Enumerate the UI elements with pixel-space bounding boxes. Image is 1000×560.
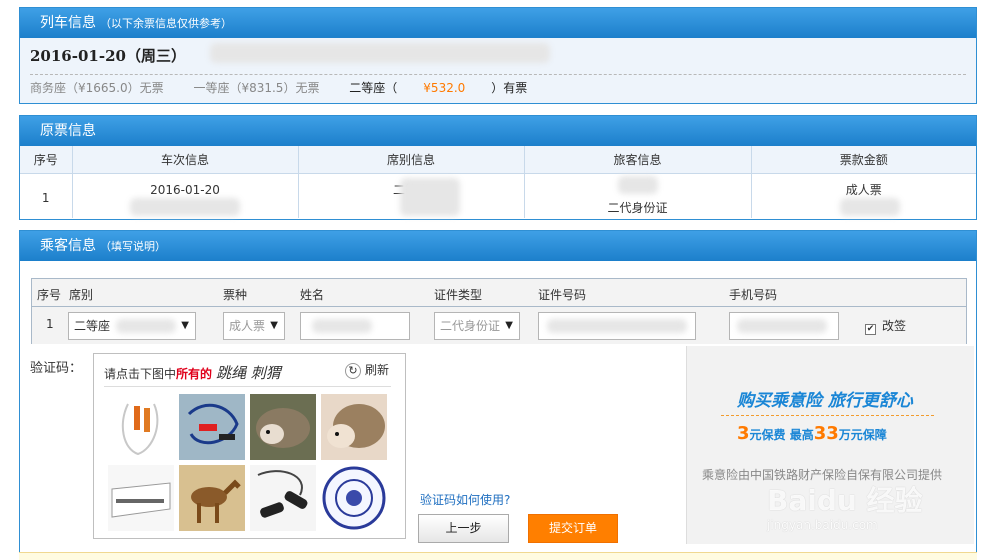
baidu-watermark-logo: Baidu 经验	[767, 484, 923, 517]
change-label: 改签	[882, 319, 907, 333]
refresh-icon: ↻	[344, 363, 361, 379]
original-ticket-header: 原票信息	[20, 116, 976, 146]
heater-icon	[111, 482, 171, 518]
ad-coverage: 33	[813, 423, 839, 444]
captcha-tile-jump-rope[interactable]	[179, 394, 245, 460]
id-type-value: 二代身份证	[440, 319, 501, 333]
captcha-target-words: 跳绳 刺猬	[216, 364, 281, 382]
change-checkbox[interactable]: ✔	[865, 324, 876, 335]
redacted-train-detail	[210, 43, 550, 63]
train-info-title: 列车信息	[40, 15, 96, 31]
ad-offer: 3元保费 最高33万元保障	[737, 423, 887, 444]
submit-order-button[interactable]: 提交订单	[528, 514, 618, 543]
seat-select-value: 二等座	[74, 319, 111, 333]
captcha-tile-jump-rope[interactable]	[250, 465, 316, 531]
chevron-down-icon: ▼	[505, 320, 513, 331]
original-ticket-title: 原票信息	[40, 123, 96, 139]
col-phone: 手机号码	[729, 288, 778, 302]
captcha-prompt: 请点击下图中所有的 跳绳 刺猬	[104, 362, 281, 383]
col-id-type: 证件类型	[434, 288, 483, 302]
jump-rope-icon	[121, 403, 159, 456]
redacted-coach	[116, 319, 176, 333]
hedgehog-icon	[327, 404, 385, 448]
redacted-seat-no	[400, 178, 460, 216]
travel-date-text: 2016-01-20（周三）	[30, 47, 186, 65]
id-type-select[interactable]: 二代身份证 ▼	[434, 312, 520, 340]
seat-second-label: 二等座（	[349, 81, 398, 95]
chevron-down-icon: ▼	[181, 320, 189, 331]
passenger-table-header: 序号 席别 票种 姓名 证件类型 证件号码 手机号码	[32, 279, 966, 307]
cell-index: 1	[20, 173, 73, 218]
seat-second-price: ¥532.0	[423, 81, 466, 95]
passenger-title: 乘客信息	[40, 238, 96, 254]
table-header-row: 序号 车次信息 席别信息 旅客信息 票款金额	[20, 146, 976, 174]
train-info-subtitle: （以下余票信息仅供参考）	[100, 17, 232, 30]
seat-second: 二等座（ ¥532.0 ）有票	[349, 81, 553, 95]
col-seat: 席别	[69, 288, 94, 302]
captcha-tile-heater[interactable]	[108, 465, 174, 531]
passenger-panel: 乘客信息 （填写说明） 序号 席别 票种 姓名 证件类型 证件号码 手机号码 1 …	[19, 230, 977, 560]
col-index: 序号	[20, 146, 73, 174]
captcha-tile-jump-rope[interactable]	[108, 394, 174, 460]
captcha-help-link[interactable]: 验证码如何使用?	[420, 491, 510, 508]
col-passenger: 旅客信息	[524, 146, 752, 174]
redacted-name	[312, 319, 372, 333]
seat-availability: 商务座（¥1665.0）无票 一等座（¥831.5）无票 二等座（ ¥532.0 ）…	[20, 75, 976, 101]
col-name: 姓名	[300, 288, 325, 302]
col-index: 序号	[37, 288, 62, 302]
seat-second-status: ）有票	[491, 81, 528, 95]
col-id-number: 证件号码	[538, 288, 587, 302]
seat-first: 一等座（¥831.5）无票	[193, 81, 320, 95]
ticket-type-value: 成人票	[229, 319, 266, 333]
redacted-train-no	[130, 198, 240, 216]
captcha-prompt-text: 请点击下图中	[104, 367, 177, 381]
change-option[interactable]: ✔ 改签	[865, 317, 906, 335]
ad-coverage-text: 万元保障	[838, 428, 887, 442]
fill-instructions-link[interactable]: （填写说明）	[100, 240, 166, 253]
train-info-header: 列车信息 （以下余票信息仅供参考）	[20, 8, 976, 38]
previous-step-button[interactable]: 上一步	[418, 514, 509, 543]
passenger-table: 序号 席别 票种 姓名 证件类型 证件号码 手机号码 1 二等座 ▼ 成人票 ▼ 二…	[31, 278, 967, 344]
captcha-divider	[104, 386, 391, 387]
train-info-panel: 列车信息 （以下余票信息仅供参考） 2016-01-20（周三） 商务座（¥166…	[19, 7, 977, 104]
ad-headline: 购买乘意险 旅行更舒心	[737, 391, 913, 411]
ad-premium-text: 元保费 最高	[749, 428, 814, 442]
captcha-tile-camel[interactable]	[179, 465, 245, 531]
captcha-box: 请点击下图中所有的 跳绳 刺猬 ↻ 刷新	[93, 353, 406, 539]
captcha-refresh-label: 刷新	[364, 363, 389, 377]
captcha-prompt-emphasis: 所有的	[176, 367, 213, 381]
insurance-ad[interactable]: 购买乘意险 旅行更舒心 3元保费 最高33万元保障 乘意险由中国铁路财产保险自保…	[686, 346, 974, 544]
ticket-type-select[interactable]: 成人票 ▼	[223, 312, 285, 340]
hedgehog-icon	[256, 408, 310, 448]
row-index: 1	[46, 317, 54, 331]
captcha-label: 验证码：	[30, 361, 83, 376]
col-seat: 席别信息	[298, 146, 525, 174]
chevron-down-icon: ▼	[270, 320, 278, 331]
seat-business: 商务座（¥1665.0）无票	[30, 81, 164, 95]
passenger-row: 1 二等座 ▼ 成人票 ▼ 二代身份证 ▼ ✔ 改签	[32, 307, 966, 344]
camel-icon	[191, 479, 241, 523]
col-amount: 票款金额	[751, 146, 976, 174]
captcha-tile-plate[interactable]	[321, 465, 387, 531]
captcha-tile-hedgehog[interactable]	[250, 394, 316, 460]
ad-premium: 3	[737, 423, 750, 444]
redacted-phone	[737, 319, 827, 333]
ad-divider	[721, 415, 934, 416]
jump-rope-icon	[257, 470, 308, 518]
captcha-refresh-button[interactable]: ↻ 刷新	[344, 361, 389, 379]
col-ticket-type: 票种	[223, 288, 248, 302]
jump-rope-icon	[187, 403, 239, 445]
col-train: 车次信息	[72, 146, 299, 174]
captcha-tile-hedgehog[interactable]	[321, 394, 387, 460]
original-ticket-panel: 原票信息 序号 车次信息 席别信息 旅客信息 票款金额 1 2016-01-20…	[19, 115, 977, 220]
redacted-amount	[840, 198, 900, 216]
redacted-id	[547, 319, 687, 333]
redacted-passenger-name	[618, 176, 658, 194]
plate-icon	[322, 466, 386, 530]
baidu-watermark-url: jingyan.baidu.com	[767, 518, 878, 532]
passenger-header: 乘客信息 （填写说明）	[20, 231, 976, 261]
bottom-notice-strip	[19, 552, 977, 560]
